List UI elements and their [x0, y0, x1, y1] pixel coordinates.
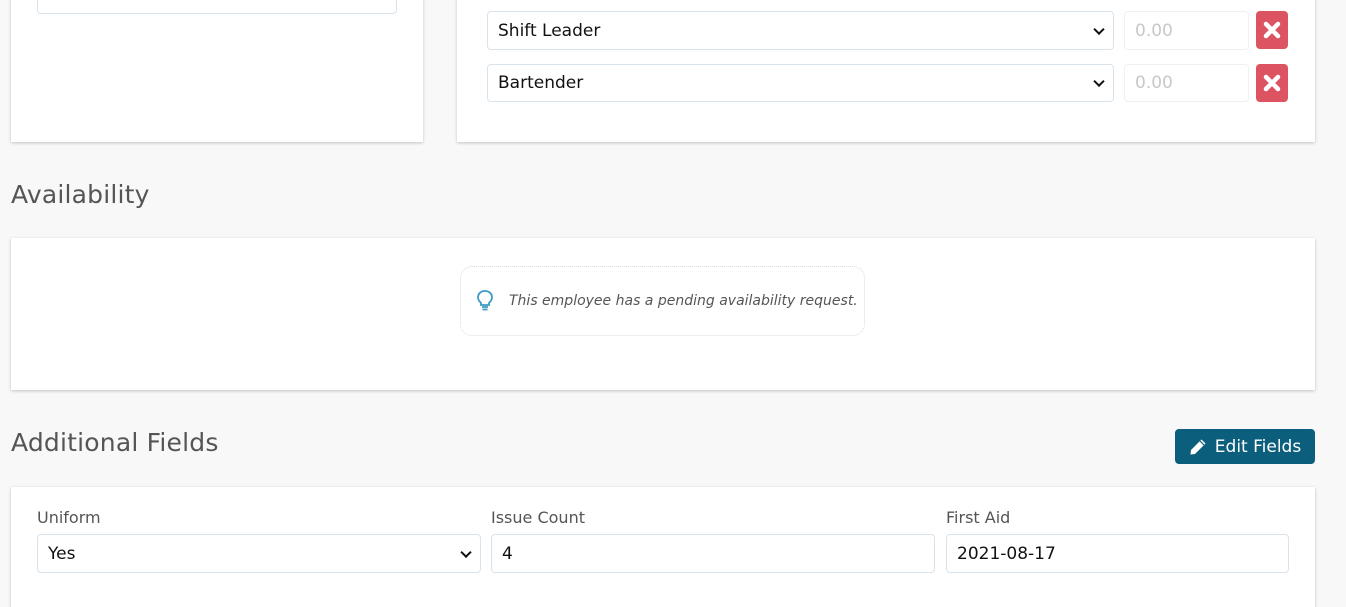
rate-placeholder: 0.00 [1135, 73, 1173, 93]
first-aid-label: First Aid [946, 508, 1011, 527]
edit-fields-label: Edit Fields [1214, 436, 1302, 457]
chevron-down-icon [1093, 23, 1105, 35]
position-select[interactable]: Shift Leader [487, 11, 1114, 50]
rate-placeholder: 0.00 [1135, 20, 1173, 41]
notice-text: This employee has a pending availability… [509, 293, 858, 309]
first-aid-input[interactable]: 2021-08-17 [946, 534, 1289, 573]
chevron-down-icon [460, 546, 472, 558]
position-select[interactable]: Bartender [487, 64, 1114, 102]
uniform-label: Uniform [37, 508, 101, 527]
lightbulb-icon [477, 290, 493, 311]
remove-position-button[interactable] [1256, 11, 1288, 49]
first-aid-value: 2021-08-17 [957, 543, 1056, 564]
pencil-icon [1190, 439, 1206, 454]
times-icon [1263, 74, 1281, 92]
issue-count-value: 4 [502, 543, 513, 564]
position-select-value: Bartender [498, 73, 584, 93]
times-icon [1263, 21, 1281, 39]
additional-fields-title: Additional Fields [11, 428, 219, 457]
rate-input[interactable]: 0.00 [1124, 11, 1249, 50]
rate-input[interactable]: 0.00 [1124, 64, 1249, 102]
position-select-value: Shift Leader [498, 20, 601, 41]
chevron-down-icon [1093, 75, 1105, 88]
issue-count-label: Issue Count [491, 508, 585, 527]
remove-position-button[interactable] [1256, 64, 1288, 102]
employee-details-card [11, 0, 423, 142]
edit-fields-button[interactable]: Edit Fields [1175, 429, 1315, 464]
pending-availability-notice: This employee has a pending availability… [460, 266, 865, 336]
uniform-select[interactable]: Yes [37, 534, 481, 573]
partial-input[interactable] [37, 0, 397, 14]
availability-title: Availability [11, 180, 150, 209]
uniform-value: Yes [48, 543, 76, 564]
issue-count-input[interactable]: 4 [491, 534, 935, 573]
